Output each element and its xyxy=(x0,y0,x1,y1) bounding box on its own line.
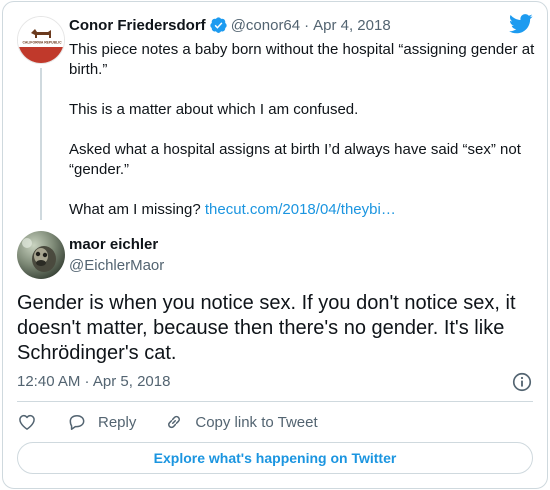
explore-twitter-button[interactable]: Explore what's happening on Twitter xyxy=(17,442,533,474)
reply-button[interactable]: Reply xyxy=(67,412,136,432)
article-link[interactable]: thecut.com/2018/04/theybi… xyxy=(205,201,396,218)
reply-author-avatar[interactable] xyxy=(17,231,65,279)
reply-author-name[interactable]: maor eichler xyxy=(69,235,164,255)
reply-author-block[interactable]: maor eichler @EichlerMaor xyxy=(69,235,164,276)
parent-avatar[interactable]: CALIFORNIA REPUBLIC xyxy=(17,16,65,64)
embedded-tweet-card: CALIFORNIA REPUBLIC Conor Friedersdorf @… xyxy=(2,1,548,489)
parent-date[interactable]: Apr 4, 2018 xyxy=(313,17,391,34)
tweet-actions-bar: Reply Copy link to Tweet xyxy=(17,412,318,432)
like-button[interactable] xyxy=(17,412,37,432)
reply-tweet-text: Gender is when you notice sex. If you do… xyxy=(17,292,516,364)
thread-connector-line xyxy=(40,68,42,220)
heart-icon xyxy=(19,414,35,430)
parent-paragraph: Asked what a hospital assigns at birth I… xyxy=(69,141,521,178)
parent-author-name[interactable]: Conor Friedersdorf xyxy=(69,17,206,34)
parent-last-text: What am I missing? xyxy=(69,201,205,218)
california-flag-icon: CALIFORNIA REPUBLIC xyxy=(18,17,64,63)
date-separator: · xyxy=(304,17,310,34)
parent-handle[interactable]: @conor64 xyxy=(231,17,300,34)
info-icon[interactable] xyxy=(511,371,533,393)
parent-paragraph: This piece notes a baby born without the… xyxy=(69,41,535,78)
link-icon xyxy=(168,415,181,429)
reply-author-handle[interactable]: @EichlerMaor xyxy=(69,256,164,276)
copy-link-button[interactable]: Copy link to Tweet xyxy=(164,412,318,432)
profile-photo xyxy=(17,231,65,279)
actions-divider xyxy=(17,401,533,402)
parent-tweet-body: This piece notes a baby born without the… xyxy=(69,40,539,220)
parent-paragraph-last: What am I missing? thecut.com/2018/04/th… xyxy=(69,200,539,220)
twitter-bird-icon[interactable] xyxy=(509,14,533,34)
parent-tweet-header: Conor Friedersdorf @conor64 · Apr 4, 201… xyxy=(69,17,391,34)
verified-badge-icon xyxy=(210,17,227,33)
parent-paragraph: This is a matter about which I am confus… xyxy=(69,101,359,118)
reply-button-label: Reply xyxy=(98,413,137,431)
reply-bubble-icon xyxy=(69,415,85,430)
copy-link-label: Copy link to Tweet xyxy=(195,413,318,431)
tweet-timestamp[interactable]: 12:40 AM · Apr 5, 2018 xyxy=(17,373,170,390)
avatar-flag-text: CALIFORNIA REPUBLIC xyxy=(22,41,62,45)
